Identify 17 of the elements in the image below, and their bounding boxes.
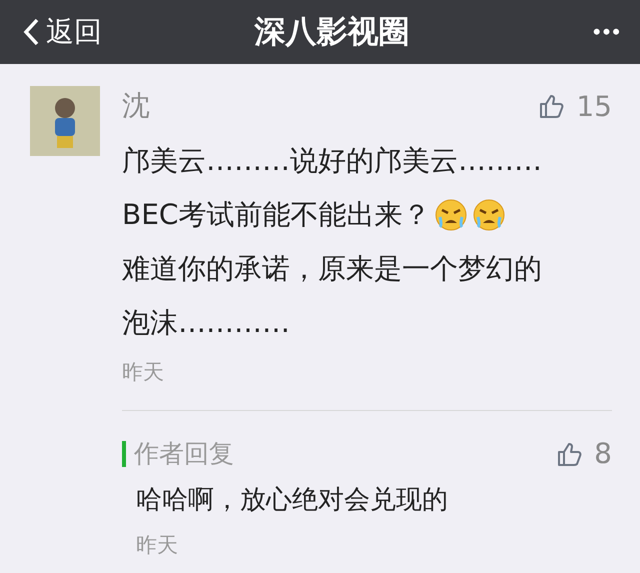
avatar[interactable] [30,86,100,156]
more-button[interactable]: ••• [472,19,622,45]
thumbs-up-icon[interactable] [538,93,564,119]
reply-time: 昨天 [136,532,179,559]
comment-text: 难道你的承诺，原来是一个梦幻的泡沫………… [122,251,543,341]
crying-emoji-icon [472,198,506,232]
reply-text: 哈哈啊，放心绝对会兑现的 [136,484,449,517]
comment-text: BEC考试前能不能出来？ [122,197,430,233]
page-title: 深八影视圈 [253,13,410,52]
comment-time: 昨天 [122,359,165,386]
back-button[interactable]: 返回 [22,13,172,51]
reply-label: 作者回复 [122,440,234,466]
author-name: 沈 [122,88,150,124]
thumbs-up-icon[interactable] [556,440,582,466]
chevron-left-icon [22,17,40,47]
crying-emoji-icon [434,198,468,232]
comment-text: 邝美云………说好的邝美云……… [122,143,543,179]
